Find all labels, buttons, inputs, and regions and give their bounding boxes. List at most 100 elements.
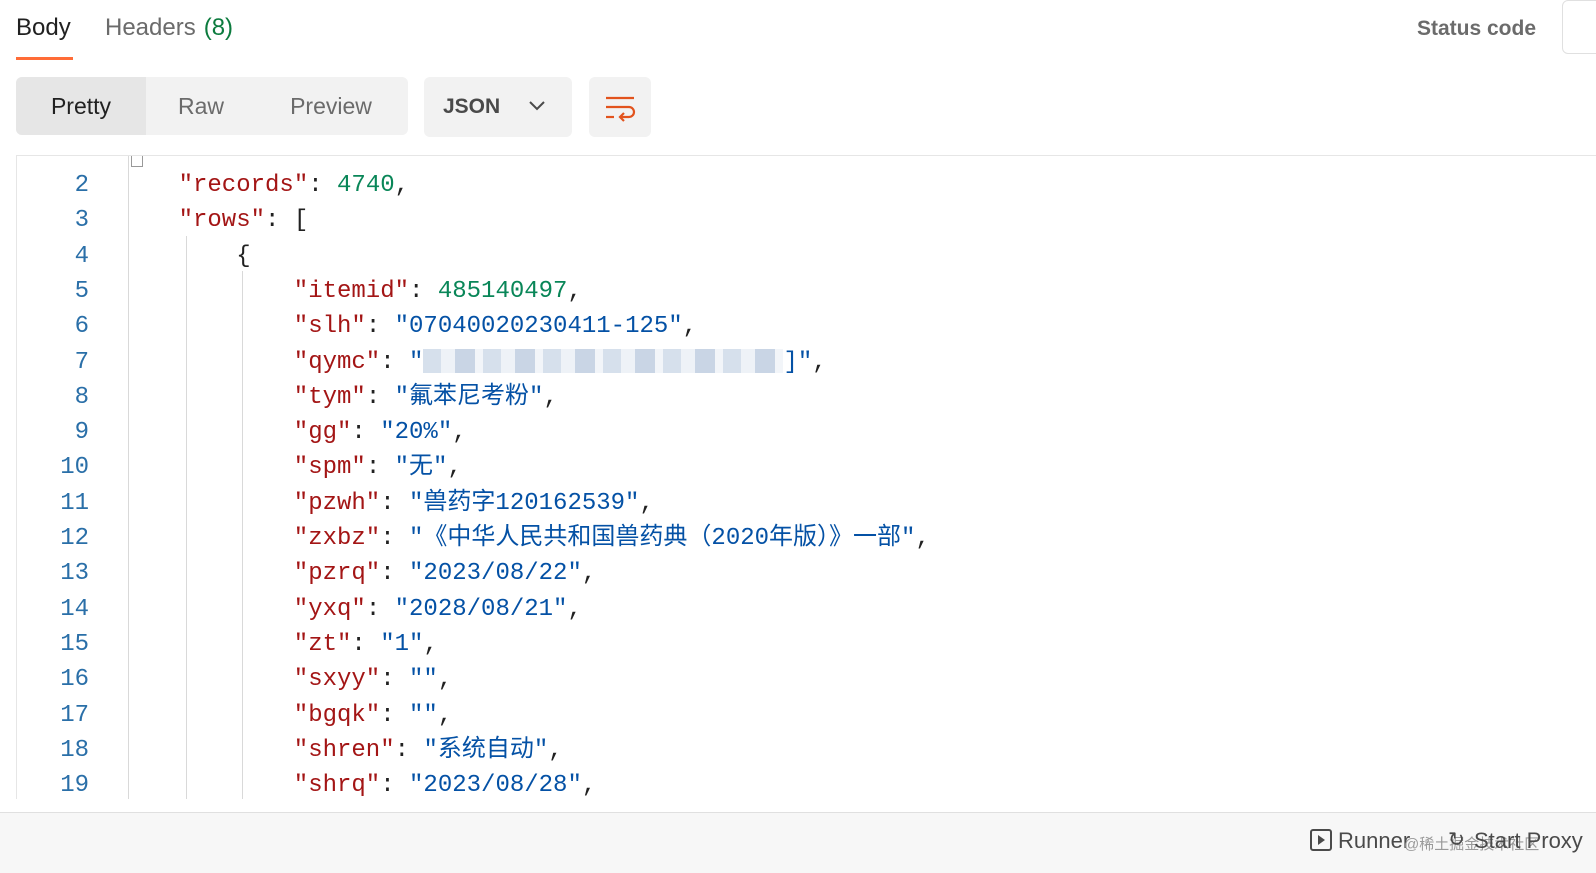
proxy-icon[interactable]: ↻ (1448, 827, 1465, 852)
code-line: 9 "gg": "20%", (17, 415, 1517, 450)
code-content: "records": 4740, (178, 172, 410, 199)
format-select-value: JSON (443, 95, 501, 118)
code-line: 10 "spm": "无", (17, 450, 1517, 485)
json-key: "records" (178, 172, 309, 199)
line-number: 12 (60, 525, 89, 552)
json-value: "系统自动" (423, 736, 549, 764)
code-line: 4{ (17, 239, 1517, 274)
code-content: "pzrq": "2023/08/22", (293, 560, 597, 588)
line-number: 19 (60, 772, 89, 799)
json-value: "2023/08/22" (409, 560, 582, 588)
code-line: 7 "qymc": "]", (17, 345, 1517, 380)
code-line: 16 "sxyy": "", (17, 662, 1517, 697)
line-number: 15 (60, 630, 89, 658)
json-key: "shrq" (293, 772, 381, 799)
code-content: "bgqk": "", (293, 701, 453, 729)
code-content: "shrq": "2023/08/28", (293, 772, 597, 799)
code-content: "sxyy": "", (293, 666, 453, 694)
json-value: "1" (380, 630, 424, 658)
code-line: 3 "rows": [ (17, 203, 1517, 238)
json-key: "zt" (293, 630, 352, 658)
runner-button[interactable]: Runner (1338, 828, 1410, 854)
json-key: "pzrq" (293, 560, 381, 588)
json-key: "zxbz" (293, 525, 381, 552)
response-meta-box (1562, 0, 1596, 54)
json-key: "sxyy" (293, 666, 381, 694)
line-number: 5 (74, 277, 89, 305)
code-line: 11 "pzwh": "兽药字120162539", (17, 486, 1517, 521)
fold-toggle[interactable] (131, 156, 143, 167)
line-number: 6 (74, 313, 89, 341)
code-line: 8 "tym": "氟苯尼考粉", (17, 380, 1517, 415)
line-number: 4 (74, 242, 89, 270)
json-key: "shren" (293, 736, 395, 764)
code-content: "zxbz": "《中华人民共和国兽药典（2020年版）》一部", (293, 525, 930, 552)
wrap-lines-icon (606, 96, 636, 122)
json-value: "《中华人民共和国兽药典（2020年版）》一部" (409, 525, 916, 552)
code-content: "tym": "氟苯尼考粉", (293, 383, 558, 411)
line-number: 17 (60, 701, 89, 729)
status-code-label: Status code (1416, 17, 1536, 40)
line-number: 11 (60, 489, 89, 517)
preview-view-button[interactable]: Preview (266, 77, 396, 135)
json-value: "" (409, 701, 438, 729)
json-key: "yxq" (293, 595, 366, 623)
json-value: "20%" (380, 419, 453, 447)
format-select[interactable]: JSON (424, 77, 572, 137)
response-body-editor[interactable]: 2 "records": 4740, 3 "rows": [4{5 "itemid": … (16, 155, 1596, 799)
chevron-down-icon (529, 101, 545, 111)
json-value: "07040020230411-125" (394, 313, 683, 341)
line-number: 8 (74, 383, 89, 411)
json-key: "itemid" (293, 277, 410, 305)
runner-icon[interactable] (1310, 829, 1332, 851)
code-content: "slh": "07040020230411-125", (293, 313, 698, 341)
code-line: 6 "slh": "07040020230411-125", (17, 309, 1517, 344)
code-content: "yxq": "2028/08/21", (293, 595, 582, 623)
code-content: "spm": "无", (293, 454, 462, 482)
code-content: "gg": "20%", (293, 419, 467, 447)
json-value: "氟苯尼考粉" (394, 383, 544, 411)
code-line: 18 "shren": "系统自动", (17, 733, 1517, 768)
json-key: "gg" (293, 419, 352, 447)
json-value: "兽药字120162539" (409, 489, 640, 517)
line-number: 3 (74, 207, 89, 235)
json-value: "无" (394, 454, 448, 482)
code-line: 15 "zt": "1", (17, 627, 1517, 662)
tab-headers[interactable]: Headers (8) (105, 14, 233, 42)
json-key: "pzwh" (293, 489, 381, 517)
json-value: "" (409, 666, 438, 694)
line-number: 16 (60, 666, 89, 694)
code-line: 13 "pzrq": "2023/08/22", (17, 556, 1517, 591)
json-value: 485140497 (437, 277, 568, 305)
line-number: 7 (74, 348, 89, 376)
json-key: "spm" (293, 454, 366, 482)
redacted-value (423, 349, 784, 374)
json-key: "slh" (293, 313, 366, 341)
pretty-view-button[interactable]: Pretty (16, 77, 146, 135)
active-tab-indicator (16, 57, 73, 60)
code-content: { (236, 239, 250, 274)
json-value: "2028/08/21" (394, 595, 568, 623)
wrap-lines-button[interactable] (589, 77, 651, 137)
code-line: 2 "records": 4740, (17, 168, 1517, 203)
json-value: [ (293, 207, 309, 235)
code-line: 19 "shrq": "2023/08/28", (17, 768, 1517, 799)
line-number: 9 (74, 419, 89, 447)
raw-view-button[interactable]: Raw (146, 77, 256, 135)
json-key: "qymc" (293, 348, 381, 376)
start-proxy-button[interactable]: Start Proxy (1474, 828, 1583, 854)
json-value: { (236, 242, 251, 270)
line-number: 10 (60, 454, 89, 482)
json-key: "tym" (293, 383, 366, 411)
line-number: 18 (60, 736, 89, 764)
code-content: "itemid": 485140497, (293, 277, 582, 305)
json-value: 4740 (337, 172, 395, 199)
view-mode-segmented-control: Pretty Raw Preview (16, 77, 408, 135)
code-line: 5 "itemid": 485140497, (17, 274, 1517, 309)
code-content: "zt": "1", (293, 630, 438, 658)
line-number: 14 (60, 595, 89, 623)
json-key: "rows" (178, 207, 266, 235)
code-line: 14 "yxq": "2028/08/21", (17, 592, 1517, 627)
code-content: "shren": "系统自动", (293, 736, 563, 764)
tab-body[interactable]: Body (16, 14, 71, 42)
